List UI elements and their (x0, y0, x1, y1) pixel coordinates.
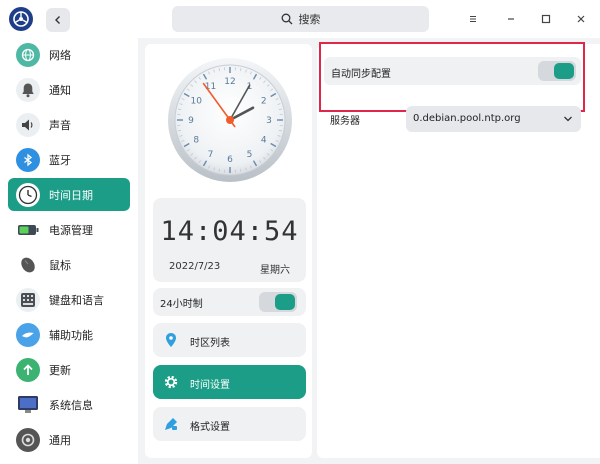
update-icon (16, 358, 40, 382)
server-label: 服务器 (330, 116, 360, 127)
sidebar-item-label: 辅助功能 (49, 329, 93, 342)
format-settings-label: 格式设置 (190, 422, 230, 433)
location-pin-icon (163, 332, 179, 348)
toggle-knob (275, 294, 295, 310)
maximize-icon (541, 14, 551, 24)
sidebar-item-label: 电源管理 (49, 224, 93, 237)
sidebar-item-sound[interactable]: 声音 (8, 108, 130, 141)
search-input[interactable]: 搜索 (172, 6, 429, 32)
sidebar-item-update[interactable]: 更新 (8, 353, 130, 386)
server-row: 服务器 0.debian.pool.ntp.org (324, 105, 581, 133)
search-placeholder: 搜索 (298, 13, 321, 26)
title-bar: 搜索 (0, 0, 600, 38)
sidebar-item-mouse[interactable]: 鼠标 (8, 248, 130, 281)
format24-row: 24小时制 (153, 288, 306, 316)
clock-numeral: 1 (247, 82, 253, 92)
clock-numeral: 5 (247, 150, 253, 160)
network-icon (16, 43, 40, 67)
chevron-down-icon (564, 116, 572, 122)
clock-numeral: 12 (224, 77, 235, 87)
sidebar-item-label: 网络 (49, 49, 71, 62)
server-select[interactable]: 0.debian.pool.ntp.org (406, 106, 581, 132)
minimize-button[interactable] (500, 9, 522, 29)
sidebar-item-accessibility[interactable]: 辅助功能 (8, 318, 130, 351)
time-settings-button[interactable]: 时间设置 (153, 365, 306, 399)
search-icon (281, 13, 292, 25)
chevron-left-icon (55, 16, 60, 24)
accessibility-icon (16, 323, 40, 347)
clock-numeral: 2 (261, 97, 267, 107)
sidebar-item-general[interactable]: 通用 (8, 423, 130, 456)
sidebar: 网络 通知 声音 蓝牙 时间日期 电源管理 鼠标 键盘和语言 辅助功能 更新 系… (0, 38, 138, 464)
clock-numeral: 4 (261, 136, 267, 146)
analog-clock: 1 2 3 4 5 6 7 8 9 10 11 12 (166, 56, 294, 184)
timezone-list-label: 时区列表 (190, 338, 230, 349)
clock-numeral: 3 (266, 116, 272, 126)
digital-clock-card: 14:04:54 2022/7/23 星期六 (153, 198, 306, 282)
sidebar-item-label: 键盘和语言 (49, 294, 104, 307)
highlight-box (319, 42, 585, 112)
general-icon (16, 428, 40, 452)
current-date: 2022/7/23 (169, 261, 221, 272)
battery-icon (16, 218, 40, 242)
mouse-icon (16, 253, 40, 277)
sidebar-item-label: 声音 (49, 119, 71, 132)
sidebar-item-system-info[interactable]: 系统信息 (8, 388, 130, 421)
format24-label: 24小时制 (160, 299, 203, 310)
sidebar-item-network[interactable]: 网络 (8, 38, 130, 71)
close-button[interactable] (570, 9, 592, 29)
bluetooth-icon (16, 148, 40, 172)
app-logo-icon (9, 7, 33, 31)
server-value: 0.debian.pool.ntp.org (413, 113, 521, 124)
menu-button[interactable] (462, 9, 484, 29)
system-info-icon (16, 393, 40, 417)
keyboard-icon (16, 288, 40, 312)
maximize-button[interactable] (535, 9, 557, 29)
time-settings-label: 时间设置 (190, 380, 230, 391)
sidebar-item-label: 更新 (49, 364, 71, 377)
speaker-icon (16, 113, 40, 137)
clock-icon (16, 183, 40, 207)
sidebar-item-label: 蓝牙 (49, 154, 71, 167)
format-settings-button[interactable]: 格式设置 (153, 407, 306, 441)
digital-time: 14:04:54 (160, 216, 299, 247)
format24-toggle[interactable] (259, 292, 297, 312)
sidebar-item-label: 鼠标 (49, 259, 71, 272)
clock-numeral: 9 (188, 116, 194, 126)
clock-numeral: 7 (208, 150, 214, 160)
sidebar-item-datetime[interactable]: 时间日期 (8, 178, 130, 211)
clock-numeral: 10 (190, 97, 202, 107)
bell-icon (16, 78, 40, 102)
format-settings-icon (163, 416, 179, 432)
sidebar-item-keyboard[interactable]: 键盘和语言 (8, 283, 130, 316)
close-icon (577, 15, 585, 23)
sidebar-item-power[interactable]: 电源管理 (8, 213, 130, 246)
clock-numeral: 6 (227, 155, 233, 165)
sidebar-item-label: 通知 (49, 84, 71, 97)
current-weekday: 星期六 (260, 265, 290, 276)
gear-icon (163, 374, 179, 390)
sidebar-item-label: 系统信息 (49, 399, 93, 412)
back-button[interactable] (46, 8, 70, 32)
timezone-list-button[interactable]: 时区列表 (153, 323, 306, 357)
sidebar-item-notification[interactable]: 通知 (8, 73, 130, 106)
sidebar-item-label: 通用 (49, 434, 71, 447)
sidebar-item-bluetooth[interactable]: 蓝牙 (8, 143, 130, 176)
minimize-icon (508, 18, 514, 20)
sidebar-item-label: 时间日期 (49, 189, 93, 202)
clock-numeral: 8 (193, 136, 199, 146)
hamburger-menu-icon (470, 16, 476, 22)
